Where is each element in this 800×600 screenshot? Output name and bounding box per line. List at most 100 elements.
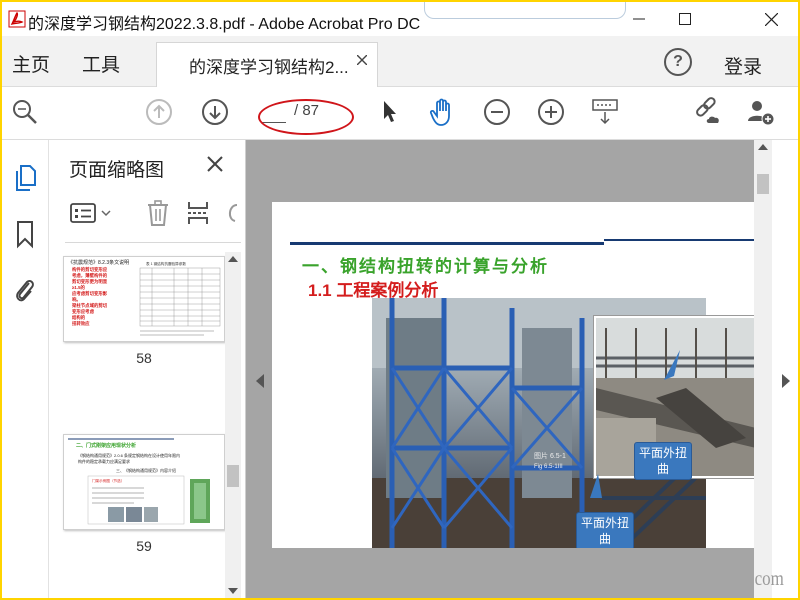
menu-tools[interactable]: 工具: [82, 50, 120, 77]
thumbnail-59-number: 59: [136, 538, 152, 554]
zoom-in-button[interactable]: [536, 97, 566, 127]
document-tab-label: 的深度学习钢结构2...: [189, 58, 349, 77]
acrobat-window: 的深度学习钢结构2022.3.8.pdf - Adobe Acrobat Pro…: [2, 2, 798, 598]
arrow-down-circle-icon: [202, 99, 228, 125]
attachments-button[interactable]: [10, 274, 40, 306]
thumbnail-scrollbar[interactable]: [225, 252, 241, 598]
page-59-preview: 二、门式刚架应用现状分析 《钢结构通用规范》2.0.6 条规定钢结构在设计使用年…: [68, 438, 210, 525]
callout-out-of-plane-twist-2: 平面外扭曲: [576, 512, 634, 548]
arrow-up-circle-icon: [146, 99, 172, 125]
thumbnails-panel: 页面缩略图 《抗震规范》8.2.3条文说明 构件的剪切变形应 考虑，薄壁构件的 …: [49, 140, 246, 598]
hand-tool-button[interactable]: [428, 97, 458, 127]
collapse-left-panel-arrow-icon[interactable]: [256, 374, 264, 388]
thumb58-line-5: 应考虑剪切变形影: [72, 290, 108, 297]
close-panel-button[interactable]: [207, 152, 223, 178]
thumbnail-list: 《抗震规范》8.2.3条文说明 构件的剪切变形应 考虑，薄壁构件的 剪切变形更为…: [49, 252, 227, 598]
trash-icon: [148, 200, 168, 226]
thumbnail-page-59[interactable]: 二、门式刚架应用现状分析 《钢结构通用规范》2.0.6 条规定钢结构在设计使用年…: [63, 434, 225, 530]
acrobat-logo-icon: [8, 10, 26, 28]
page-58-preview: 《抗震规范》8.2.3条文说明 构件的剪切变形应 考虑，薄壁构件的 剪切变形更为…: [68, 259, 221, 336]
close-icon: [764, 12, 778, 26]
keyboard-icon: [592, 99, 618, 125]
menu-bar: 主页 工具 的深度学习钢结构2... ? 登录: [2, 36, 798, 87]
title-bar: 的深度学习钢结构2022.3.8.pdf - Adobe Acrobat Pro…: [2, 2, 798, 36]
expand-right-panel-arrow-icon[interactable]: [782, 374, 790, 388]
document-scrollbar-thumb[interactable]: [757, 174, 769, 194]
thumb58-line-7: 梁柱节点域的剪切: [71, 302, 108, 309]
panel-divider: [65, 242, 241, 243]
thumb58-heading: 《抗震规范》8.2.3条文说明: [68, 259, 129, 266]
bookmark-icon: [17, 221, 33, 249]
options-menu-icon: [70, 203, 111, 223]
link-cloud-icon: [696, 97, 719, 123]
next-page-button[interactable]: [200, 97, 230, 127]
document-tab[interactable]: 的深度学习钢结构2...: [156, 42, 378, 87]
login-button[interactable]: 登录: [724, 52, 762, 79]
thumbnail-page-58[interactable]: 《抗震规范》8.2.3条文说明 构件的剪切变形应 考虑，薄壁构件的 剪切变形更为…: [63, 256, 225, 342]
minimize-icon: [633, 18, 645, 20]
thumb58-line-4: ≥1.5的: [72, 284, 86, 291]
thumb59-line-1: 《钢结构通用规范》2.0.6 条规定钢结构在设计使用年限内: [78, 452, 180, 458]
minimize-button[interactable]: [616, 2, 662, 36]
rotate-icon: [229, 204, 238, 222]
thumb58-line-3: 剪切变形更为明显: [72, 278, 108, 285]
previous-page-button[interactable]: [144, 97, 174, 127]
thumb59-subheading: 三、《钢结构通用规范》内容介绍: [116, 467, 176, 473]
close-icon: [207, 156, 223, 172]
thumb59-box-label: 门架示例图（节选）: [92, 478, 124, 483]
pdf-page: 一、钢结构扭转的计算与分析 1.1 工程案例分析 图片 6.5-1 Fig 6.…: [272, 202, 754, 548]
thumbnail-58-number: 58: [136, 350, 152, 366]
minus-circle-icon: [484, 99, 510, 125]
thumb58-table-caption: 表 1 钢结构抗震验算参数: [146, 261, 186, 266]
thumbnail-options-button[interactable]: [69, 198, 113, 228]
plus-circle-icon: [538, 99, 564, 125]
extract-pages-button[interactable]: [185, 198, 211, 228]
thumb59-heading: 二、门式刚架应用现状分析: [76, 442, 136, 449]
add-user-icon: [748, 101, 775, 126]
bookmarks-button[interactable]: [10, 218, 40, 250]
scroll-up-arrow-icon[interactable]: [758, 144, 768, 150]
extract-page-icon: [188, 202, 208, 224]
maximize-icon: [679, 13, 691, 25]
window-title: 的深度学习钢结构2022.3.8.pdf - Adobe Acrobat Pro…: [28, 16, 421, 33]
scroll-up-arrow-icon[interactable]: [228, 256, 238, 262]
close-window-button[interactable]: [748, 2, 794, 36]
left-rail: [2, 140, 49, 598]
document-scrollbar[interactable]: [754, 140, 772, 598]
callout-pointers: [590, 350, 680, 498]
callout-out-of-plane-twist-1: 平面外扭曲: [634, 442, 692, 480]
delete-pages-button[interactable]: [145, 198, 171, 228]
watermark-text: com: [754, 568, 784, 590]
add-user-button[interactable]: [746, 97, 776, 127]
search-icon: [13, 100, 37, 124]
panel-title: 页面缩略图: [69, 160, 165, 181]
thumb58-line-8: 变形应考虑: [72, 308, 95, 315]
thumb58-line-1: 构件的剪切变形应: [72, 266, 108, 273]
select-tool-button[interactable]: [374, 97, 404, 127]
scroll-down-button[interactable]: [228, 588, 238, 594]
thumb58-line-2: 考虑，薄壁构件的: [72, 272, 108, 279]
thumb59-line-2: 构件的稳定承载力应满足要求: [78, 458, 130, 464]
close-icon: [356, 54, 368, 66]
cursor-arrow-icon: [384, 101, 396, 122]
overlay-toolbar-remnant: [424, 2, 626, 19]
help-button[interactable]: ?: [664, 48, 692, 76]
thumb58-line-10: 扭转效应: [72, 320, 90, 327]
share-link-button[interactable]: [692, 97, 722, 127]
paperclip-icon: [16, 279, 34, 302]
pages-icon: [16, 165, 36, 191]
document-viewer[interactable]: 一、钢结构扭转的计算与分析 1.1 工程案例分析 图片 6.5-1 Fig 6.…: [246, 140, 754, 598]
close-tab-button[interactable]: [356, 52, 368, 70]
toolbar: / 87: [2, 87, 798, 140]
page-number-annotation-ellipse: [258, 99, 354, 135]
page-thumbnails-button[interactable]: [10, 162, 40, 194]
keyboard-tool-button[interactable]: [590, 97, 620, 127]
rotate-pages-button[interactable]: [223, 198, 243, 228]
menu-home[interactable]: 主页: [12, 50, 50, 77]
scroll-down-arrow-icon: [228, 588, 238, 594]
zoom-out-button[interactable]: [482, 97, 512, 127]
hand-icon: [429, 98, 450, 126]
maximize-button[interactable]: [662, 2, 708, 36]
thumbnail-scrollbar-thumb[interactable]: [227, 465, 239, 487]
search-button[interactable]: [10, 97, 40, 127]
